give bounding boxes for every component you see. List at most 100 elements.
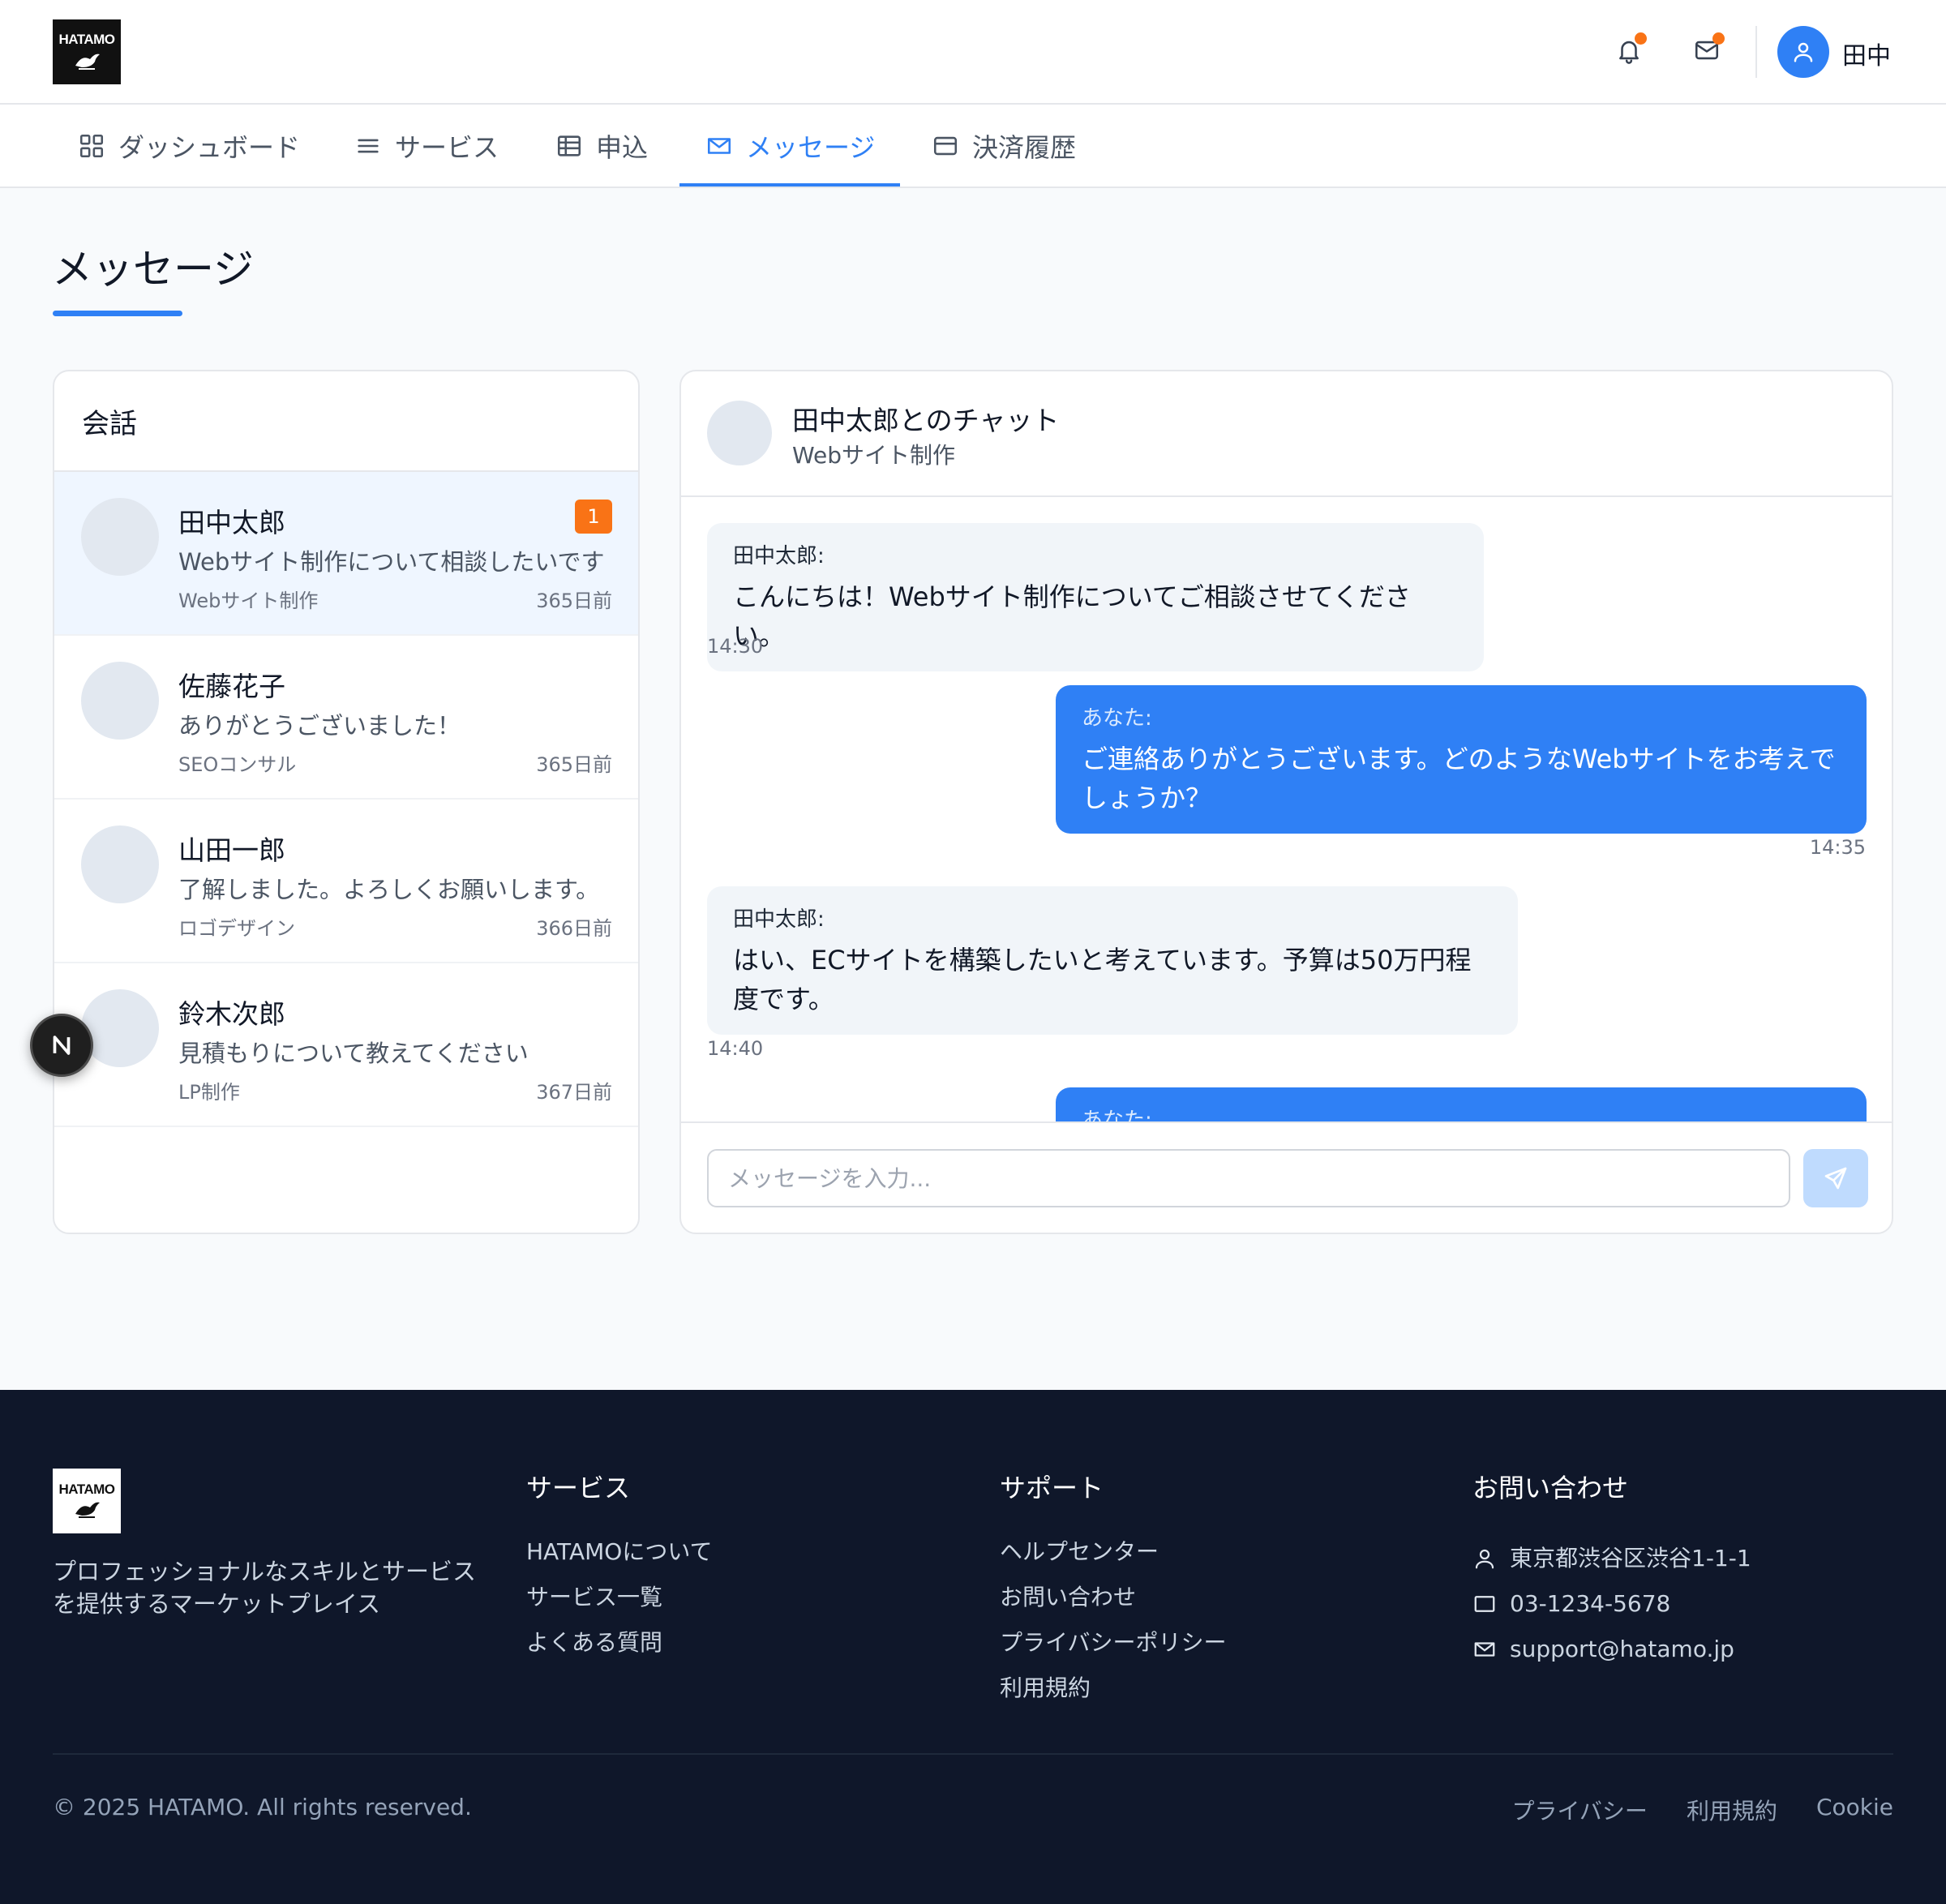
footer-contact-column: お問い合わせ 東京都渋谷区渋谷1-1-1 03-1234-5678 suppor… xyxy=(1472,1468,1751,1672)
conversation-item[interactable]: 田中太郎 1 Webサイト制作について相談したいです Webサイト制作 365日… xyxy=(54,472,638,636)
tab-messages-label: メッセージ xyxy=(746,131,876,163)
dev-tools-button[interactable] xyxy=(30,1014,93,1077)
avatar xyxy=(81,825,159,903)
title-underline xyxy=(53,311,182,316)
tab-dashboard-label: ダッシュボード xyxy=(118,131,301,163)
footer-logo[interactable]: HATAMO xyxy=(53,1469,121,1533)
chat-input-bar xyxy=(681,1121,1892,1233)
tab-services-label: サービス xyxy=(395,131,499,163)
avatar xyxy=(81,989,159,1067)
footer-column-title: お問い合わせ xyxy=(1472,1473,1629,1503)
tab-services[interactable]: サービス xyxy=(354,105,499,187)
tab-messages[interactable]: メッセージ xyxy=(679,105,900,187)
message-sender: あなた: xyxy=(1082,706,1152,731)
message-bubble: 田中太郎: こんにちは！Webサイト制作についてご相談させてください。 xyxy=(707,523,1484,671)
copyright: © 2025 HATAMO. All rights reserved. xyxy=(53,1794,472,1820)
message-bubble: 田中太郎: はい、ECサイトを構築したいと考えています。予算は50万円程度です。 xyxy=(707,886,1518,1035)
footer-tagline: プロフェッショナルなスキルとサービスを提供するマーケットプレイス xyxy=(53,1558,477,1618)
footer-link-terms[interactable]: 利用規約 xyxy=(1000,1672,1226,1717)
conversation-time: 367日前 xyxy=(536,1081,612,1104)
footer-bottom-links: プライバシー 利用規約 Cookie xyxy=(1511,1794,1893,1826)
chat-title: 田中太郎とのチャット xyxy=(792,405,1060,436)
messages-button[interactable] xyxy=(1689,32,1725,68)
contact-phone-text: 03-1234-5678 xyxy=(1510,1590,1671,1617)
message-bubble: あなた: xyxy=(1056,1087,1867,1121)
message-sender: 田中太郎: xyxy=(733,907,825,932)
conversation-preview: ありがとうございました！ xyxy=(178,712,461,740)
notification-dot xyxy=(1635,32,1647,45)
footer-link-terms-bottom[interactable]: 利用規約 xyxy=(1687,1794,1777,1826)
tab-applications[interactable]: 申込 xyxy=(555,105,648,187)
message-text: ご連絡ありがとうございます。どのようなWebサイトをお考えでしょうか？ xyxy=(1082,744,1836,813)
contact-email[interactable]: support@hatamo.jp xyxy=(1472,1627,1751,1672)
contact-phone: 03-1234-5678 xyxy=(1472,1581,1751,1627)
message-time: 14:30 xyxy=(707,635,764,658)
conversation-preview: 了解しました。よろしくお願いします。 xyxy=(178,876,600,903)
table-icon xyxy=(557,135,581,157)
main-nav: ダッシュボード サービス 申込 メッセージ 決済履歴 xyxy=(0,105,1946,188)
message-sender: あなた: xyxy=(1082,1109,1152,1121)
footer-services-column: サービス HATAMOについて サービス一覧 よくある質問 xyxy=(526,1468,712,1672)
location-icon xyxy=(1475,1549,1494,1569)
chat-message-list[interactable]: 田中太郎: こんにちは！Webサイト制作についてご相談させてください。 14:3… xyxy=(681,497,1892,1121)
footer-link-privacy-policy[interactable]: プライバシーポリシー xyxy=(1000,1627,1226,1672)
card-icon xyxy=(933,136,958,155)
conversation-name: 田中太郎 xyxy=(178,507,285,538)
conversation-service: SEOコンサル xyxy=(178,753,297,776)
user-avatar[interactable] xyxy=(1777,26,1829,78)
conversation-name: 鈴木次郎 xyxy=(178,998,285,1030)
footer-link-contact[interactable]: お問い合わせ xyxy=(1000,1581,1226,1627)
bird-logo-icon xyxy=(75,1502,100,1518)
footer-link-faq[interactable]: よくある質問 xyxy=(526,1627,712,1672)
message-text: こんにちは！Webサイト制作についてご相談させてください。 xyxy=(733,581,1411,651)
conversation-list-panel: 会話 田中太郎 1 Webサイト制作について相談したいです Webサイト制作 3… xyxy=(53,370,640,1234)
user-icon xyxy=(1794,42,1813,62)
footer-link-privacy[interactable]: プライバシー xyxy=(1511,1794,1647,1826)
conversation-time: 366日前 xyxy=(536,917,612,940)
tab-payment-history-label: 決済履歴 xyxy=(972,131,1077,163)
message-bubble: あなた: ご連絡ありがとうございます。どのようなWebサイトをお考えでしょうか？ xyxy=(1056,685,1867,834)
message-dot xyxy=(1712,32,1725,45)
footer-divider xyxy=(53,1753,1893,1755)
avatar xyxy=(81,662,159,740)
grid-icon xyxy=(79,134,104,157)
footer-link-services[interactable]: サービス一覧 xyxy=(526,1581,712,1627)
tab-dashboard[interactable]: ダッシュボード xyxy=(78,105,300,187)
notification-button[interactable] xyxy=(1611,32,1647,68)
footer-link-about[interactable]: HATAMOについて xyxy=(526,1536,712,1581)
send-button[interactable] xyxy=(1803,1149,1868,1207)
contact-address: 東京都渋谷区渋谷1-1-1 xyxy=(1472,1536,1751,1581)
conversation-preview: 見積もりについて教えてください xyxy=(178,1040,529,1067)
footer-link-cookie[interactable]: Cookie xyxy=(1816,1794,1893,1826)
conversation-preview: Webサイト制作について相談したいです xyxy=(178,548,605,576)
footer-support-column: サポート ヘルプセンター お問い合わせ プライバシーポリシー 利用規約 xyxy=(1000,1468,1226,1717)
tab-applications-label: 申込 xyxy=(596,131,649,163)
contact-address-text: 東京都渋谷区渋谷1-1-1 xyxy=(1510,1545,1751,1572)
header-divider xyxy=(1755,26,1757,78)
conversation-item[interactable]: 山田一郎 了解しました。よろしくお願いします。 ロゴデザイン 366日前 xyxy=(54,800,638,963)
chat-panel: 田中太郎とのチャット Webサイト制作 田中太郎: こんにちは！Webサイト制作… xyxy=(679,370,1893,1234)
chat-header: 田中太郎とのチャット Webサイト制作 xyxy=(681,371,1892,497)
user-name[interactable]: 田中 xyxy=(1842,36,1891,71)
conversation-item[interactable]: 佐藤花子 ありがとうございました！ SEOコンサル 365日前 xyxy=(54,636,638,800)
n-logo-icon xyxy=(53,1036,71,1055)
conversation-time: 365日前 xyxy=(536,753,612,776)
avatar xyxy=(707,401,772,465)
conversation-service: ロゴデザイン xyxy=(178,917,295,940)
conversation-service: LP制作 xyxy=(178,1081,240,1104)
footer-column-title: サポート xyxy=(1000,1473,1104,1503)
conversation-name: 佐藤花子 xyxy=(178,671,285,702)
footer-link-help[interactable]: ヘルプセンター xyxy=(1000,1536,1226,1581)
conversation-item[interactable]: 鈴木次郎 見積もりについて教えてください LP制作 367日前 xyxy=(54,963,638,1127)
logo-text: HATAMO xyxy=(58,32,115,47)
hatamo-logo[interactable]: HATAMO xyxy=(53,19,121,84)
message-input[interactable] xyxy=(707,1149,1790,1207)
send-icon xyxy=(1824,1167,1847,1190)
conversation-time: 365日前 xyxy=(536,590,612,612)
tab-payment-history[interactable]: 決済履歴 xyxy=(932,105,1076,187)
message-time: 14:40 xyxy=(707,1037,764,1060)
message-sender: 田中太郎: xyxy=(733,544,825,568)
bird-logo-icon xyxy=(75,54,100,70)
unread-badge: 1 xyxy=(575,500,612,534)
conversation-name: 山田一郎 xyxy=(178,834,285,866)
